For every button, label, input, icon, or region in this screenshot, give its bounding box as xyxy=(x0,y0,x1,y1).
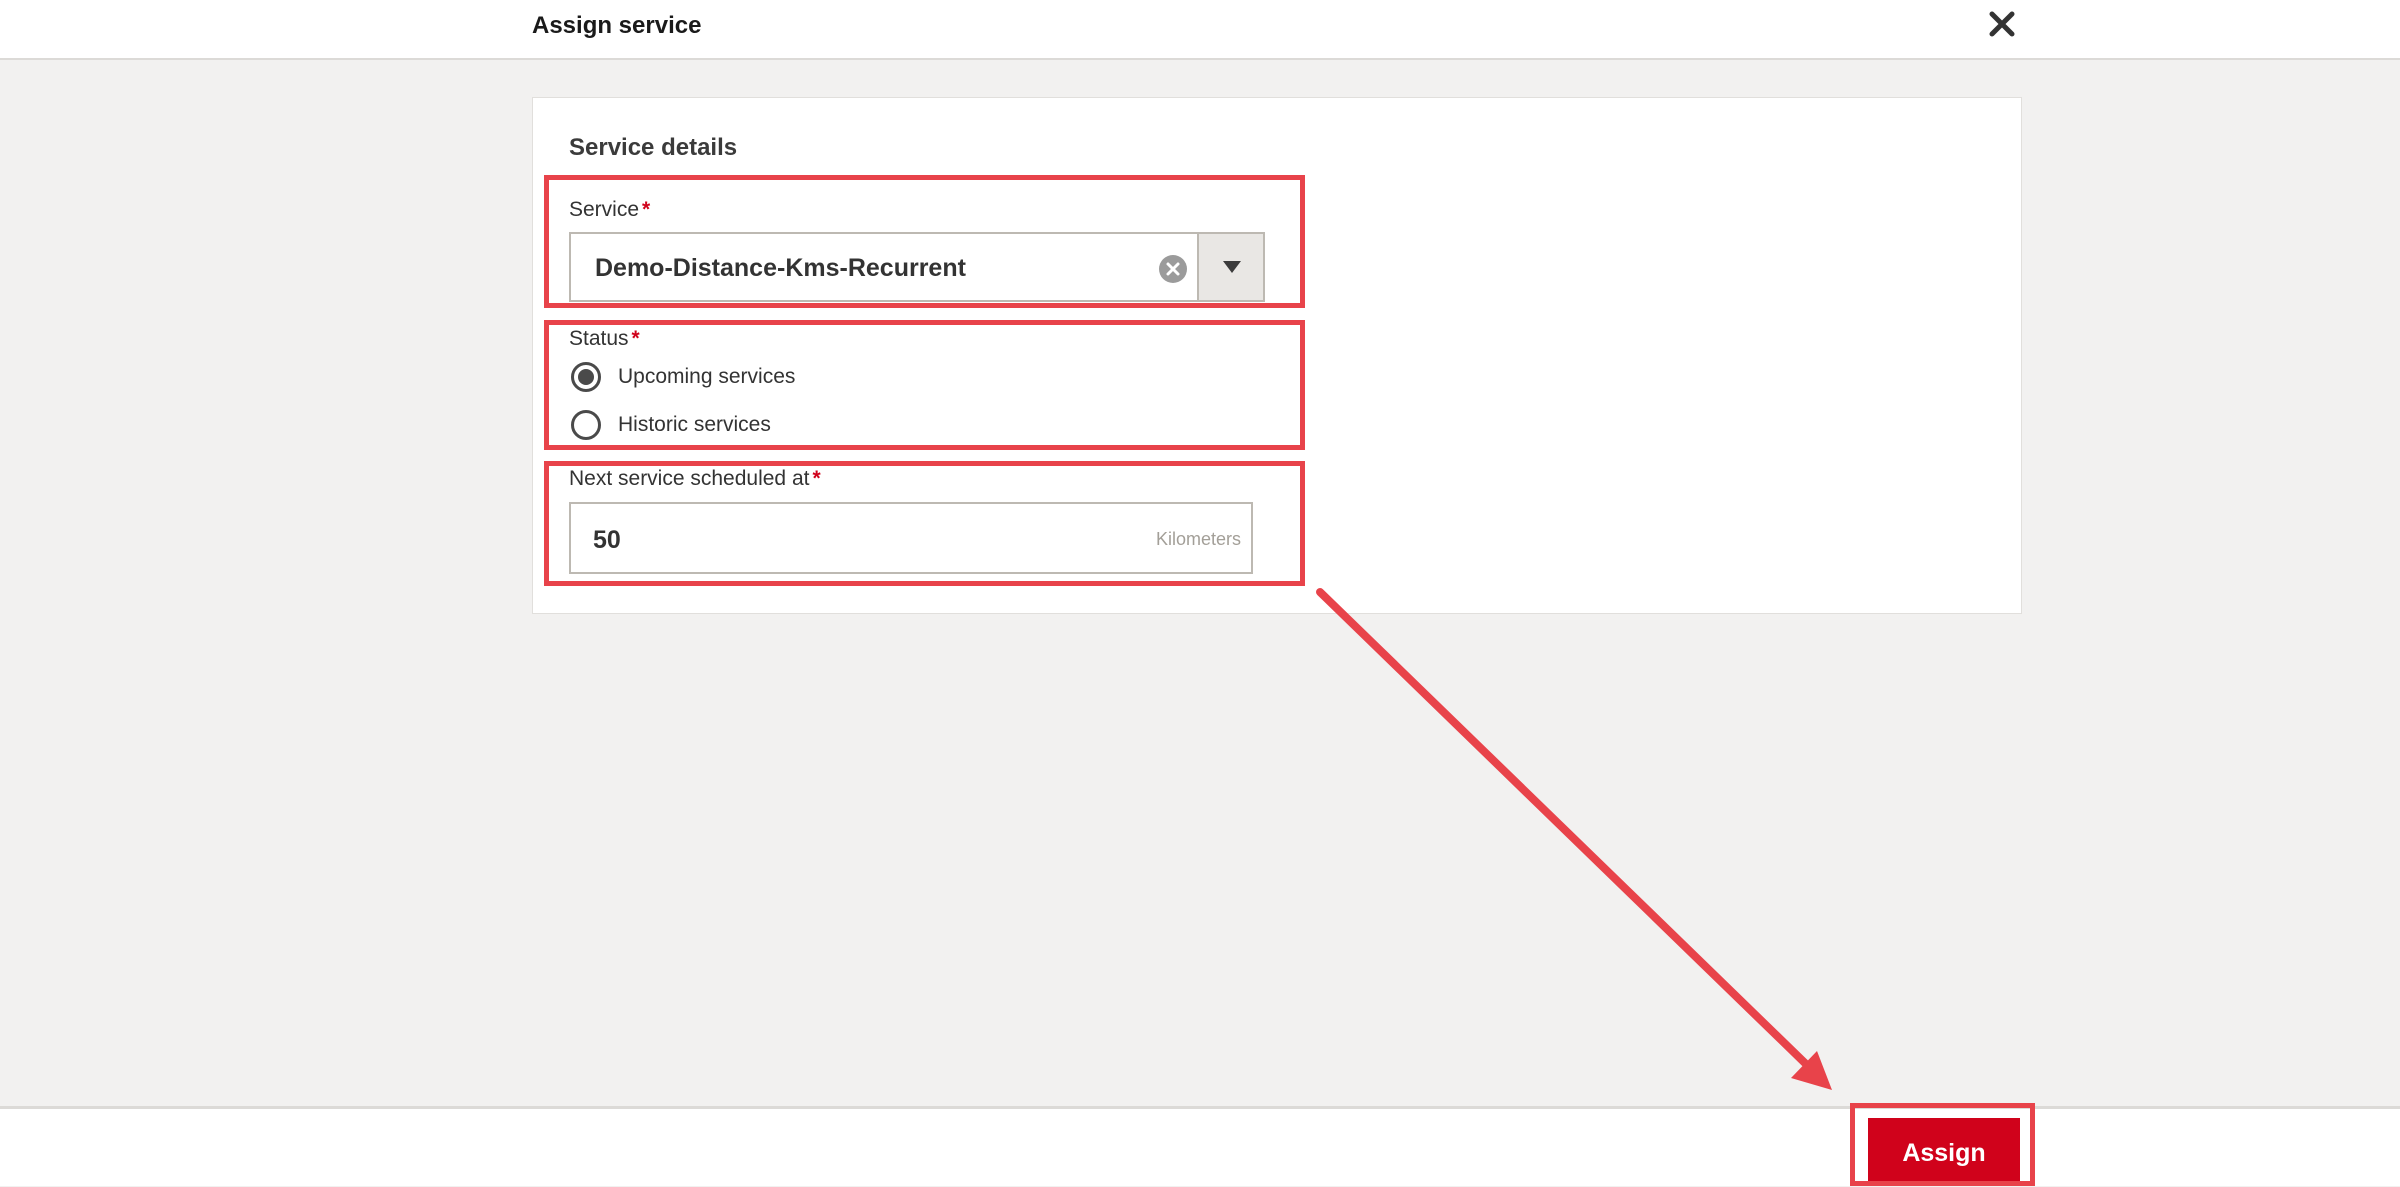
status-label-text: Status xyxy=(569,327,629,350)
next-service-input[interactable]: 50 Kilometers xyxy=(569,502,1253,574)
radio-label: Historic services xyxy=(618,413,771,436)
service-label-text: Service xyxy=(569,198,640,221)
status-label: Status * xyxy=(569,327,640,351)
radio-button-unchecked[interactable] xyxy=(571,410,601,440)
dropdown-button[interactable] xyxy=(1197,234,1263,300)
required-mark: * xyxy=(812,467,821,490)
next-service-label: Next service scheduled at * xyxy=(569,467,821,491)
assign-button[interactable]: Assign xyxy=(1868,1118,2020,1186)
section-title: Service details xyxy=(569,134,738,161)
dialog-title: Assign service xyxy=(532,12,702,39)
chevron-down-icon xyxy=(1223,261,1241,273)
unit-label: Kilometers xyxy=(1155,529,1241,549)
clear-icon[interactable] xyxy=(1158,254,1188,284)
service-select-value: Demo-Distance-Kms-Recurrent xyxy=(595,254,966,282)
next-service-label-text: Next service scheduled at xyxy=(569,467,810,490)
required-mark: * xyxy=(631,327,640,350)
radio-button-checked[interactable] xyxy=(571,362,601,392)
radio-label: Upcoming services xyxy=(618,365,796,388)
next-service-value: 50 xyxy=(593,526,621,554)
close-icon[interactable] xyxy=(1988,8,2016,40)
service-select[interactable]: Demo-Distance-Kms-Recurrent xyxy=(569,232,1265,302)
service-label: Service * xyxy=(569,198,650,222)
dialog-header: Assign service xyxy=(0,0,2400,60)
dialog-footer xyxy=(0,1106,2400,1186)
required-mark: * xyxy=(642,198,651,221)
